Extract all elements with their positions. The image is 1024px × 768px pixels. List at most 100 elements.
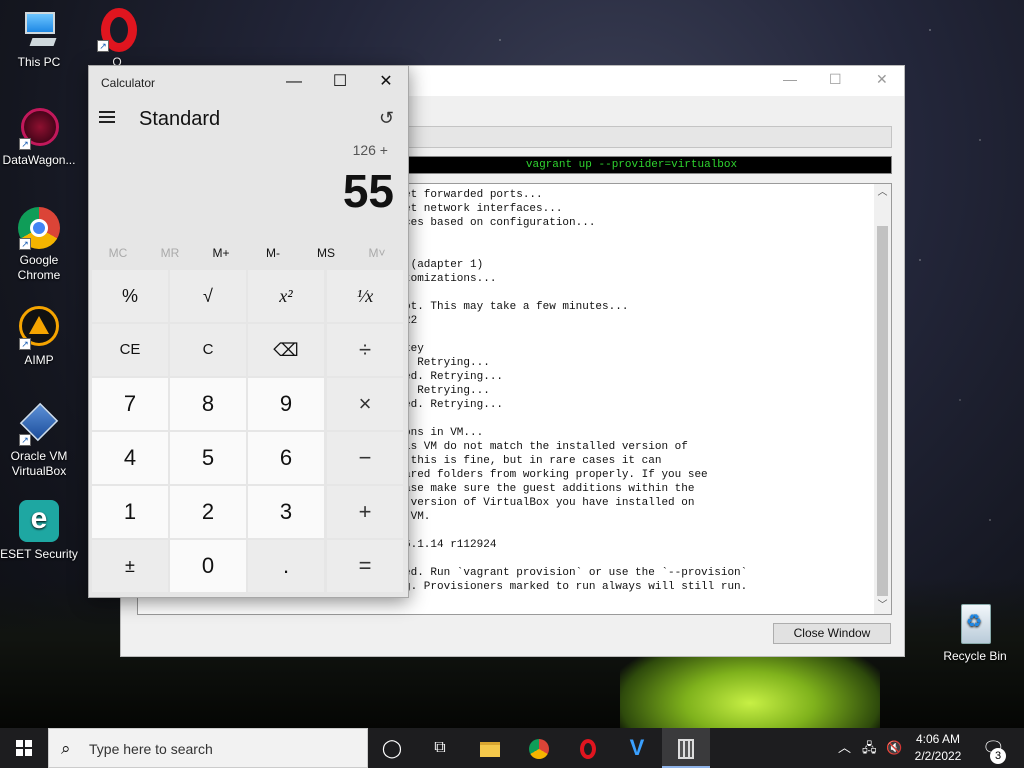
taskbar-chrome[interactable] [515, 728, 563, 768]
expression-display: 126 + [352, 142, 388, 158]
percent-button[interactable]: % [92, 270, 168, 322]
network-icon[interactable]: 🖧 [862, 728, 877, 768]
virtualbox-icon: ↗ [17, 402, 61, 446]
scroll-down-icon[interactable]: ﹀ [874, 597, 891, 614]
square-root-button[interactable]: √ [170, 270, 246, 322]
memory-list-button[interactable]: M˅ [351, 246, 403, 260]
digit-7-button[interactable]: 7 [92, 378, 168, 430]
shortcut-arrow-icon: ↗ [19, 238, 31, 250]
volume-muted-icon[interactable]: 🔇 [886, 728, 902, 768]
shortcut-arrow-icon: ↗ [19, 434, 31, 446]
shortcut-arrow-icon: ↗ [19, 338, 31, 350]
folder-icon [480, 741, 500, 757]
clock-time: 4:06 AM [915, 732, 961, 746]
shortcut-arrow-icon: ↗ [97, 40, 109, 52]
subtract-button[interactable]: − [327, 432, 403, 484]
calculator-mode: Standard [139, 108, 221, 130]
digit-1-button[interactable]: 1 [92, 486, 168, 538]
desktop-icon-label: Recycle Bin [943, 649, 1007, 663]
taskbar-search[interactable]: ⌕ Type here to search [48, 728, 368, 768]
memory-clear-button[interactable]: MC [92, 246, 144, 260]
desktop-icon-eset[interactable]: e ESET Security [0, 500, 78, 562]
chrome-icon [529, 739, 549, 760]
desktop-icon-virtualbox[interactable]: ↗ Oracle VM VirtualBox [0, 402, 78, 479]
result-display: 55 [342, 165, 394, 217]
minimize-icon[interactable]: — [271, 70, 317, 94]
desktop-icon-opera[interactable]: ↗ O [78, 8, 156, 70]
multiply-button[interactable]: × [327, 378, 403, 430]
start-button[interactable] [0, 728, 48, 768]
memory-subtract-button[interactable]: M- [247, 246, 299, 260]
memory-recall-button[interactable]: MR [144, 246, 196, 260]
desktop-icon-recycle-bin[interactable]: ♻ Recycle Bin [936, 602, 1014, 664]
add-button[interactable]: + [327, 486, 403, 538]
backspace-button[interactable]: ⌫ [248, 324, 324, 376]
task-view-icon[interactable]: ⧉ [416, 728, 464, 768]
show-hidden-icons-icon[interactable]: ︿ [838, 728, 851, 768]
command-text: vagrant up --provider=virtualbox [525, 159, 738, 171]
desktop-icon-label: AIMP [24, 353, 54, 367]
square-button[interactable]: x² [248, 270, 324, 322]
maximize-icon[interactable]: ☐ [829, 71, 842, 88]
datawagon-icon: ↗ [17, 106, 61, 150]
shortcut-arrow-icon: ↗ [19, 138, 31, 150]
maximize-icon[interactable]: ☐ [317, 70, 363, 94]
hamburger-menu-icon[interactable] [99, 108, 119, 130]
eset-icon: e [17, 500, 61, 544]
aimp-icon: ↗ [17, 306, 61, 350]
desktop-icon-chrome[interactable]: ↗ Google Chrome [0, 206, 78, 283]
digit-4-button[interactable]: 4 [92, 432, 168, 484]
taskbar-file-explorer[interactable] [466, 728, 514, 768]
clear-entry-button[interactable]: CE [92, 324, 168, 376]
digit-3-button[interactable]: 3 [248, 486, 324, 538]
digit-6-button[interactable]: 6 [248, 432, 324, 484]
search-icon: ⌕ [61, 739, 71, 758]
close-icon[interactable]: ✕ [363, 70, 409, 94]
desktop-icon-this-pc[interactable]: This PC [0, 8, 78, 70]
computer-icon [17, 8, 61, 52]
digit-2-button[interactable]: 2 [170, 486, 246, 538]
desktop-icon-datawagon[interactable]: ↗ DataWagon... [0, 106, 78, 168]
desktop-icon-label: ESET Security [0, 547, 78, 561]
digit-8-button[interactable]: 8 [170, 378, 246, 430]
digit-5-button[interactable]: 5 [170, 432, 246, 484]
cortana-icon[interactable]: ◯ [368, 728, 416, 768]
recycle-bin-icon: ♻ [953, 602, 997, 646]
memory-store-button[interactable]: MS [300, 246, 352, 260]
clear-button[interactable]: C [170, 324, 246, 376]
scrollbar-thumb[interactable] [877, 226, 888, 596]
desktop-icon-label: DataWagon... [2, 153, 76, 167]
opera-icon: ↗ [95, 8, 139, 52]
digit-0-button[interactable]: 0 [170, 540, 246, 592]
decimal-button[interactable]: . [248, 540, 324, 592]
equals-button[interactable]: = [327, 540, 403, 592]
search-placeholder: Type here to search [89, 741, 213, 757]
taskbar-vagrant[interactable]: V [613, 728, 661, 768]
taskbar-opera[interactable] [564, 728, 612, 768]
digit-9-button[interactable]: 9 [248, 378, 324, 430]
log-scrollbar[interactable]: ︿ ﹀ [874, 184, 891, 614]
clock-date: 2/2/2022 [914, 749, 962, 763]
close-icon[interactable]: ✕ [876, 71, 888, 88]
windows-logo-icon [16, 740, 32, 756]
desktop-icon-label: This PC [17, 55, 61, 69]
desktop-icon-label: Google Chrome [17, 253, 61, 282]
close-window-button[interactable]: Close Window [773, 623, 891, 644]
divide-button[interactable]: ÷ [327, 324, 403, 376]
taskbar-calculator[interactable] [662, 728, 710, 768]
negate-button[interactable]: ± [92, 540, 168, 592]
scroll-up-icon[interactable]: ︿ [874, 184, 891, 201]
notification-badge: 3 [990, 748, 1006, 764]
chrome-icon: ↗ [17, 206, 61, 250]
history-icon[interactable]: ↺ [379, 108, 394, 129]
reciprocal-button[interactable]: ¹⁄x [327, 270, 403, 322]
desktop-icon-aimp[interactable]: ↗ AIMP [0, 306, 78, 368]
desktop-icon-label: Oracle VM VirtualBox [10, 449, 68, 478]
taskbar: ⌕ Type here to search ◯ ⧉ V ︿ 🖧 🔇 4:06 A… [0, 728, 1024, 768]
memory-add-button[interactable]: M+ [195, 246, 247, 260]
calculator-title: Calculator [101, 76, 156, 90]
taskbar-clock[interactable]: 4:06 AM 2/2/2022 [906, 731, 970, 765]
calculator-window[interactable]: Calculator — ☐ ✕ Standard ↺ 126 + 55 MC … [88, 65, 409, 598]
minimize-icon[interactable]: — [783, 71, 797, 87]
vagrant-icon: V [629, 735, 645, 760]
